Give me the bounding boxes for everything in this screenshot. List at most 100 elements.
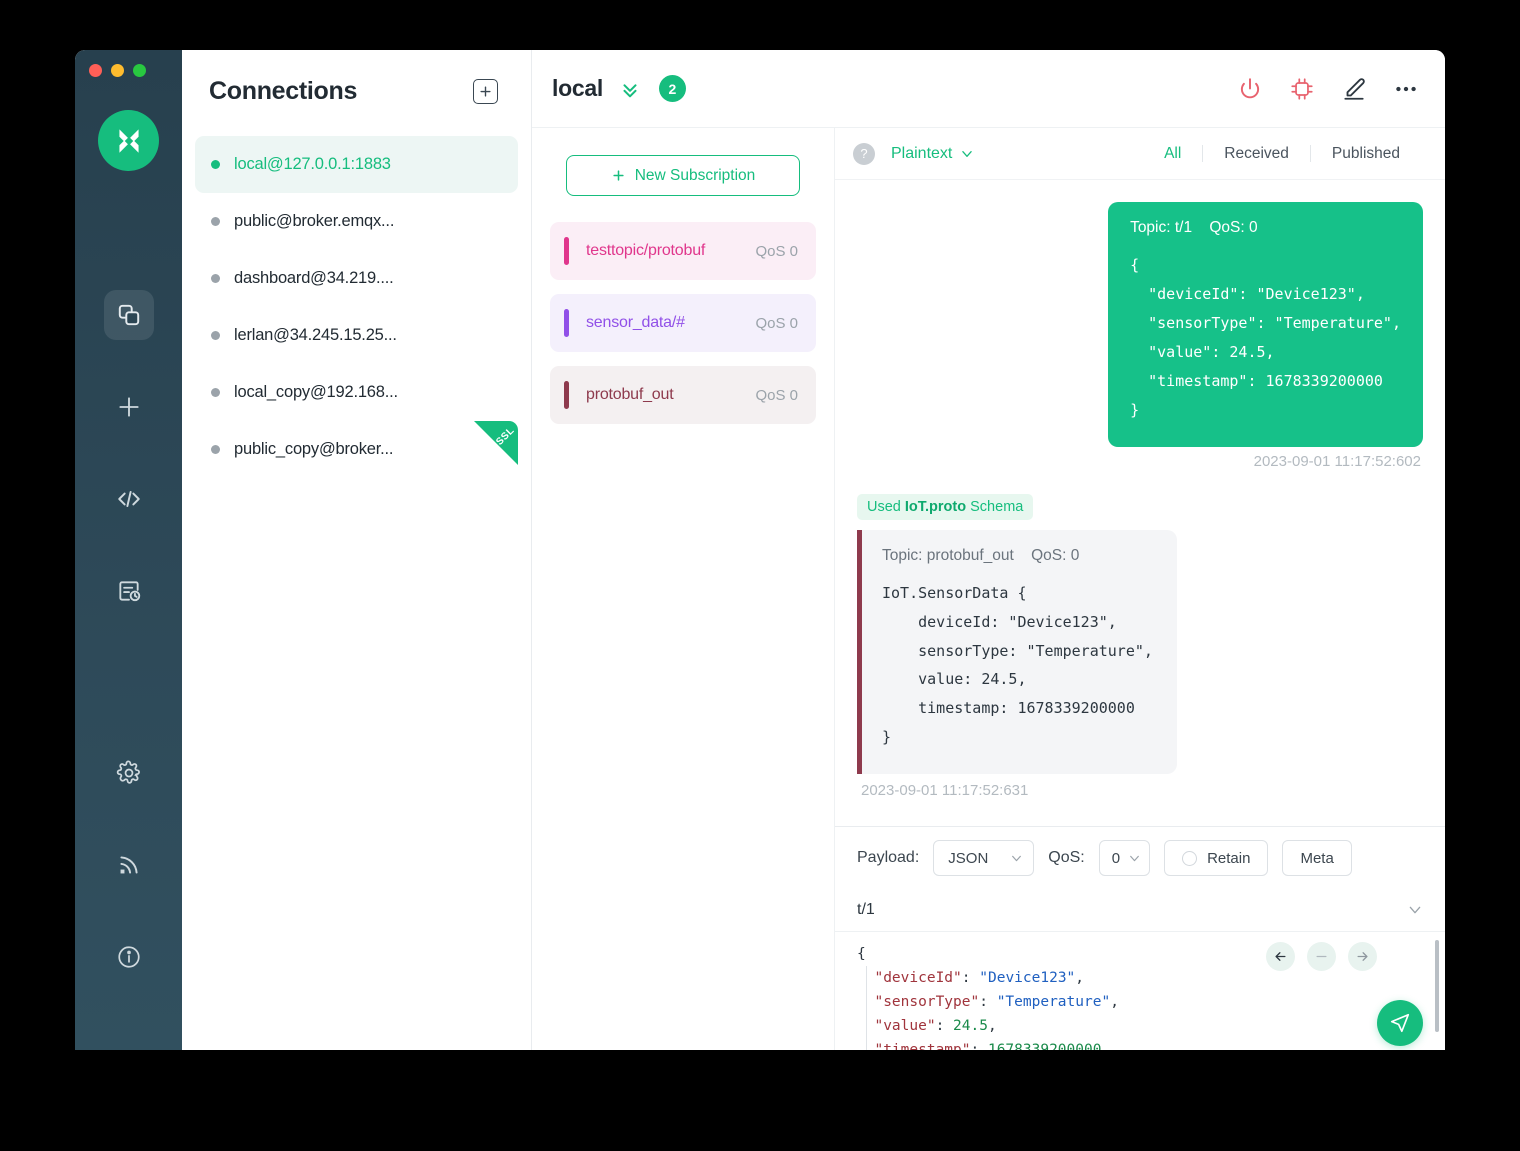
rail-item-scripts[interactable] xyxy=(75,467,182,531)
connection-item[interactable]: dashboard@34.219.... xyxy=(195,250,518,307)
retain-checkbox[interactable]: Retain xyxy=(1164,840,1268,876)
ellipsis-icon xyxy=(1393,76,1419,102)
connections-header: Connections xyxy=(182,50,531,132)
connection-item[interactable]: lerlan@34.245.15.25... xyxy=(195,307,518,364)
message-bubble-published[interactable]: Topic: t/1 QoS: 0 { "deviceId": "Device1… xyxy=(1108,202,1423,447)
code-open-brace: { xyxy=(857,946,866,962)
code-val-timestamp: 1678339200000 xyxy=(988,1042,1102,1050)
previous-payload-button[interactable] xyxy=(1266,942,1295,971)
subscription-item[interactable]: testtopic/protobuf QoS 0 xyxy=(550,222,816,280)
publish-panel: Payload: JSON QoS: 0 Retain xyxy=(835,826,1445,1050)
editor-scrollbar[interactable] xyxy=(1435,940,1439,1032)
payload-format-dropdown[interactable]: Plaintext xyxy=(891,145,974,163)
connection-name: dashboard@34.219.... xyxy=(234,269,394,288)
new-subscription-label: New Subscription xyxy=(635,167,756,185)
new-subscription-button[interactable]: New Subscription xyxy=(566,155,800,196)
code-brackets-icon xyxy=(116,486,142,512)
disconnect-button[interactable] xyxy=(1237,76,1263,102)
maximize-window-button[interactable] xyxy=(133,64,146,77)
add-connection-button[interactable] xyxy=(473,79,498,104)
qos-select[interactable]: 0 xyxy=(1099,840,1150,876)
subscription-color-bar xyxy=(564,237,569,265)
stacked-windows-icon xyxy=(116,302,142,328)
code-key-sensortype: "sensorType" xyxy=(874,994,979,1010)
chevron-down-icon xyxy=(1128,852,1141,865)
publish-editor[interactable]: { "deviceId": "Device123", "sensorType":… xyxy=(835,931,1445,1050)
edit-connection-button[interactable] xyxy=(1341,76,1367,102)
subscription-item[interactable]: protobuf_out QoS 0 xyxy=(550,366,816,424)
connection-status-dot xyxy=(211,160,220,169)
rail-item-broadcast[interactable] xyxy=(75,833,182,897)
connection-item[interactable]: local@127.0.0.1:1883 xyxy=(195,136,518,193)
message-topic: Topic: protobuf_out xyxy=(882,547,1014,564)
connection-item[interactable]: local_copy@192.168... xyxy=(195,364,518,421)
main-body: New Subscription testtopic/protobuf QoS … xyxy=(532,128,1445,1050)
arrow-left-icon xyxy=(1273,949,1288,964)
clear-payload-button[interactable] xyxy=(1307,942,1336,971)
payload-type-select[interactable]: JSON xyxy=(933,840,1034,876)
publish-topic-expand-button[interactable] xyxy=(1407,902,1423,918)
subscription-topic: protobuf_out xyxy=(586,386,755,404)
connection-name: lerlan@34.245.15.25... xyxy=(234,326,397,345)
connections-panel: Connections local@127.0.0.1:1883 public@… xyxy=(182,50,532,1050)
help-icon[interactable]: ? xyxy=(853,143,875,165)
subscription-qos: QoS 0 xyxy=(755,315,798,332)
message-meta: Topic: t/1 QoS: 0 xyxy=(1130,219,1401,237)
message-qos: QoS: 0 xyxy=(1031,547,1079,564)
publish-topic-value: t/1 xyxy=(857,901,875,919)
info-icon xyxy=(116,944,142,970)
minimize-window-button[interactable] xyxy=(111,64,124,77)
connection-status-dot xyxy=(211,331,220,340)
rail-item-settings[interactable] xyxy=(75,741,182,805)
plus-icon xyxy=(478,84,493,99)
main-header: local 2 xyxy=(532,50,1445,128)
mqttx-logo-icon xyxy=(98,110,159,171)
retain-label: Retain xyxy=(1207,850,1250,867)
rail-item-connections[interactable] xyxy=(75,283,182,347)
rail-item-new-connection[interactable] xyxy=(75,375,182,439)
connections-title: Connections xyxy=(209,77,357,106)
header-actions xyxy=(1237,76,1419,102)
plus-icon xyxy=(611,168,626,183)
publish-topic-row[interactable]: t/1 xyxy=(835,889,1445,931)
rail-item-about[interactable] xyxy=(75,925,182,989)
message-count-badge: 2 xyxy=(659,75,686,102)
message-toolbar: ? Plaintext All Received Published xyxy=(835,128,1445,180)
send-message-button[interactable] xyxy=(1377,1000,1423,1046)
connection-item[interactable]: public@broker.emqx... xyxy=(195,193,518,250)
filter-tab-all[interactable]: All xyxy=(1143,145,1202,163)
schema-button[interactable] xyxy=(1289,76,1315,102)
messages-panel: ? Plaintext All Received Published xyxy=(835,128,1445,1050)
subscription-item[interactable]: sensor_data/# QoS 0 xyxy=(550,294,816,352)
subscriptions-panel: New Subscription testtopic/protobuf QoS … xyxy=(532,128,835,1050)
code-val-deviceid: "Device123" xyxy=(979,970,1075,986)
connection-item[interactable]: public_copy@broker... SSL xyxy=(195,421,518,478)
meta-label: Meta xyxy=(1300,850,1333,867)
double-chevron-down-icon[interactable] xyxy=(619,78,641,100)
editor-action-buttons xyxy=(1266,942,1377,971)
send-icon xyxy=(1389,1012,1411,1034)
filter-tab-received[interactable]: Received xyxy=(1203,145,1310,163)
chevron-down-icon xyxy=(960,147,974,161)
connection-name: local_copy@192.168... xyxy=(234,383,398,402)
rss-icon xyxy=(116,852,142,878)
retain-radio-icon xyxy=(1182,851,1197,866)
minus-icon xyxy=(1314,949,1329,964)
filter-tab-published[interactable]: Published xyxy=(1311,145,1421,163)
more-options-button[interactable] xyxy=(1393,76,1419,102)
schema-name: IoT.proto xyxy=(905,499,966,515)
message-meta: Topic: protobuf_out QoS: 0 xyxy=(882,547,1153,565)
code-val-value: 24.5 xyxy=(953,1018,988,1034)
connection-list: local@127.0.0.1:1883 public@broker.emqx.… xyxy=(182,136,531,478)
message-bubble-received[interactable]: Topic: protobuf_out QoS: 0 IoT.SensorDat… xyxy=(857,530,1177,775)
rail-item-log[interactable] xyxy=(75,559,182,623)
code-val-sensortype: "Temperature" xyxy=(997,994,1111,1010)
schema-badge-wrap: Used IoT.proto Schema xyxy=(857,494,1423,530)
meta-button[interactable]: Meta xyxy=(1282,840,1351,876)
message-list[interactable]: Topic: t/1 QoS: 0 { "deviceId": "Device1… xyxy=(835,180,1445,826)
message-timestamp: 2023-09-01 11:17:52:602 xyxy=(857,453,1421,470)
publish-options: Payload: JSON QoS: 0 Retain xyxy=(835,827,1445,889)
next-payload-button[interactable] xyxy=(1348,942,1377,971)
close-window-button[interactable] xyxy=(89,64,102,77)
gear-icon xyxy=(116,760,142,786)
